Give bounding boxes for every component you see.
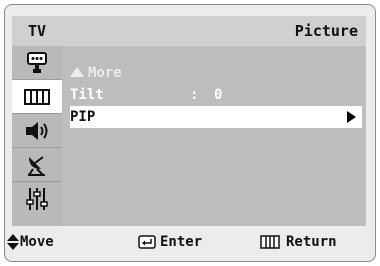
tv-tab-label: TV	[27, 22, 47, 40]
more-label: More	[88, 65, 122, 81]
enter-label: Enter	[160, 234, 203, 250]
move-label: Move	[20, 234, 54, 250]
menu-item-tilt[interactable]: Tilt : 0	[70, 84, 362, 106]
return-icon	[260, 235, 280, 249]
picture-icon	[24, 88, 50, 105]
menu-header: TV Picture	[12, 16, 366, 46]
footer-move: Move	[6, 226, 54, 258]
arrow-right-icon	[347, 111, 356, 123]
menu-item-pip[interactable]: PIP	[70, 106, 362, 128]
up-down-arrow-icon	[7, 234, 19, 250]
sidebar-item-picture[interactable]	[12, 80, 62, 114]
input-icon	[27, 51, 47, 73]
sidebar	[12, 46, 62, 226]
tilt-separator: :	[190, 87, 199, 103]
setup-icon	[26, 188, 48, 210]
menu-item-more[interactable]: More	[70, 62, 362, 84]
channel-icon	[28, 155, 45, 176]
page-title: Picture	[294, 22, 358, 40]
footer-enter: Enter	[138, 226, 202, 258]
menu-content: More Tilt : 0 PIP	[62, 46, 366, 226]
sidebar-item-input[interactable]	[12, 46, 62, 80]
sidebar-item-setup[interactable]	[12, 182, 62, 216]
tilt-label: Tilt	[70, 87, 104, 103]
footer-bar: Move Enter Return	[4, 226, 376, 258]
up-triangle-icon	[70, 66, 84, 77]
sidebar-item-sound[interactable]	[12, 114, 62, 148]
pip-label: PIP	[70, 109, 96, 125]
enter-icon	[138, 235, 156, 249]
sidebar-item-channel[interactable]	[12, 148, 62, 182]
footer-return: Return	[260, 226, 337, 258]
tilt-value: 0	[214, 87, 223, 103]
sound-icon	[26, 121, 48, 140]
return-label: Return	[286, 234, 337, 250]
